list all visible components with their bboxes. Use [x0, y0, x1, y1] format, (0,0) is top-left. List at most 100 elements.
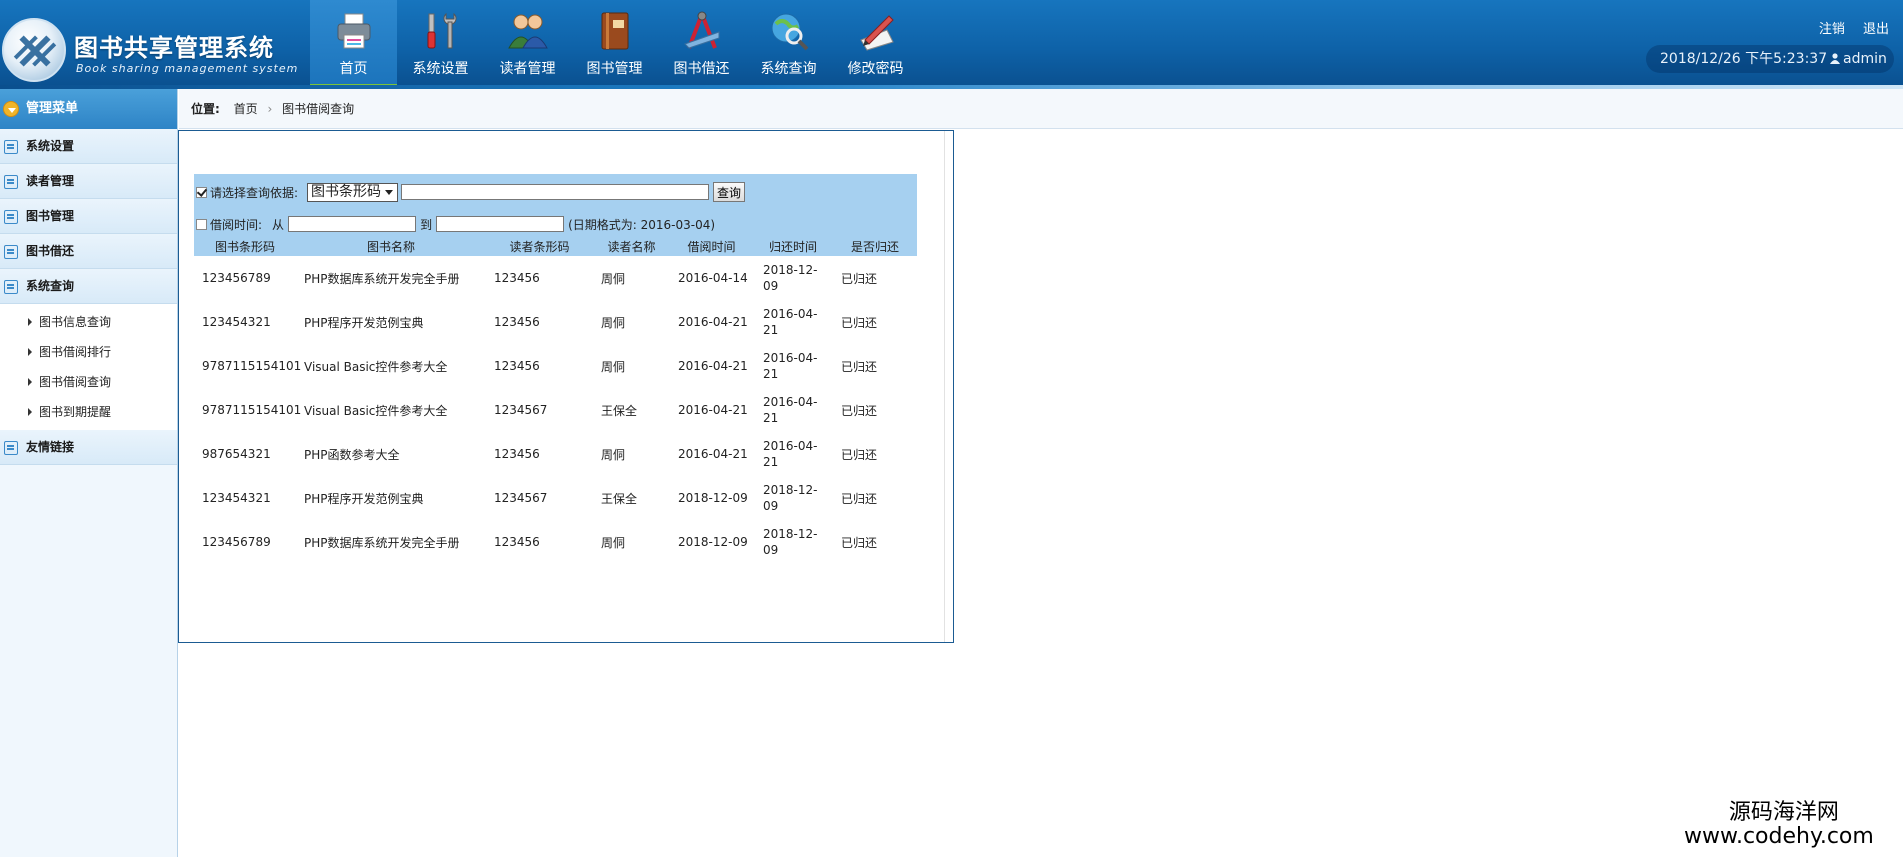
sidebar-group-book-lending[interactable]: 图书借还 [0, 234, 177, 269]
table-cell: 已归还 [841, 315, 878, 330]
nav-home[interactable]: 首页 [310, 0, 397, 89]
table-cell: PHP程序开发范例宝典 [304, 315, 424, 330]
return-date-text: 2016-04-21 [763, 351, 818, 381]
nav-system-settings[interactable]: 系统设置 [397, 0, 484, 89]
pen-icon [860, 15, 894, 51]
logo-globe-icon [2, 18, 66, 82]
sidebar-group-reader-management[interactable]: 读者管理 [0, 164, 177, 199]
table-cell: 123456 [494, 359, 540, 373]
top-header: 图书共享管理系统 Book sharing management system … [0, 0, 1903, 89]
table-cell: 123456 [494, 447, 540, 461]
sidebar-group-friendly-links[interactable]: 友情链接 [0, 430, 177, 465]
criteria-label: 请选择查询依据: [210, 185, 299, 200]
tools-icon [427, 12, 457, 49]
table-cell: Visual Basic控件参考大全 [304, 403, 448, 418]
calendar-icon [4, 441, 18, 455]
table-cell: 王保全 [601, 403, 638, 418]
keyword-input[interactable] [401, 184, 710, 200]
sidebar-item-borrow-ranking[interactable]: 图书借阅排行 [0, 337, 177, 367]
criteria-checkbox[interactable] [196, 186, 207, 198]
nav-book-management[interactable]: 图书管理 [571, 0, 658, 89]
table-cell: 王保全 [601, 491, 638, 506]
col-reader-name: 读者名称 [607, 240, 656, 254]
date-format-hint: (日期格式为: 2016-03-04) [568, 217, 716, 232]
book-icon [601, 12, 629, 50]
table-cell: 9787115154101 [202, 403, 302, 417]
content-frame: 请选择查询依据: 图书条形码 查询 借阅时间: 从 到 (日期格式为: 2016… [178, 130, 954, 643]
table-cell: 2016-04-21 [678, 403, 748, 417]
table-cell: 2018-12-09 [678, 535, 748, 549]
sidebar-sub-list: 图书信息查询 图书借阅排行 图书借阅查询 图书到期提醒 [0, 304, 177, 430]
table-cell: 1234567 [494, 491, 548, 505]
watermark-line1: 源码海洋网 [1728, 800, 1839, 825]
table-cell: 2016-04-21 [678, 315, 748, 329]
table-cell: 2018-12-09 [753, 526, 833, 558]
col-book-barcode: 图书条形码 [214, 240, 275, 254]
breadcrumb: 位置: 首页 › 图书借阅查询 [179, 89, 1903, 129]
table-header: 图书条形码 图书名称 读者条形码 读者名称 借阅时间 归还时间 是否归还 [194, 239, 917, 256]
breadcrumb-home[interactable]: 首页 [234, 102, 258, 116]
nav-system-query-label: 系统查询 [760, 61, 817, 77]
app-subtitle: Book sharing management system [76, 62, 299, 75]
edit-icon [4, 280, 18, 294]
table-cell: PHP数据库系统开发完全手册 [304, 271, 460, 286]
table-cell: 已归还 [841, 271, 878, 286]
nav-book-lending[interactable]: 图书借还 [658, 0, 745, 89]
table-cell: 周侗 [601, 315, 626, 330]
nav-change-password[interactable]: 修改密码 [832, 0, 919, 89]
collapse-icon [3, 101, 19, 117]
return-date-text: 2016-04-21 [763, 395, 818, 425]
table-cell: PHP数据库系统开发完全手册 [304, 535, 460, 550]
app-logo: 图书共享管理系统 Book sharing management system [0, 6, 310, 86]
table-cell: 2018-12-09 [753, 262, 833, 294]
menu-header[interactable]: 管理菜单 [0, 89, 177, 129]
table-row: 9787115154101 Visual Basic控件参考大全 123456 周侗 2… [194, 344, 917, 388]
date-from-input[interactable] [288, 216, 417, 232]
search-panel: 请选择查询依据: 图书条形码 查询 借阅时间: 从 到 (日期格式为: 2016… [194, 174, 917, 239]
criteria-select[interactable]: 图书条形码 [307, 182, 399, 202]
table-cell: 周侗 [601, 535, 626, 550]
table-cell: 2016-04-21 [753, 394, 833, 426]
sidebar-group-system-settings[interactable]: 系统设置 [0, 129, 177, 164]
nav-system-query[interactable]: 系统查询 [745, 0, 832, 89]
exit-link[interactable]: 退出 [1863, 22, 1889, 37]
sidebar-group-system-query[interactable]: 系统查询 [0, 269, 177, 304]
table-body: 123456789 PHP数据库系统开发完全手册 123456 周侗 2016-04-1… [194, 256, 917, 564]
nav-book-lending-label: 图书借还 [673, 61, 730, 77]
date-to-input[interactable] [436, 216, 565, 232]
table-cell: 2016-04-21 [753, 306, 833, 338]
table-cell: 123456789 [202, 535, 271, 549]
table-cell: 周侗 [601, 447, 626, 462]
query-button[interactable]: 查询 [713, 182, 746, 202]
main-nav: 首页 系统设置 读者管理 图书管理 图书借还 系统查询 修改密码 [310, 0, 919, 89]
user-icon [1830, 53, 1840, 64]
sidebar-group-label: 系统设置 [26, 139, 75, 153]
sidebar-group-label: 系统查询 [26, 279, 75, 293]
logout-link[interactable]: 注销 [1819, 22, 1845, 37]
sidebar-item-borrow-query[interactable]: 图书借阅查询 [0, 367, 177, 397]
menu-header-label: 管理菜单 [26, 101, 79, 116]
watermark: 源码海洋网 www.codehy.com [1684, 800, 1874, 849]
nav-reader-management[interactable]: 读者管理 [484, 0, 571, 89]
table-row: 987654321 PHP函数参考大全 123456 周侗 2016-04-21 2016… [194, 432, 917, 476]
table-cell: 123456 [494, 315, 540, 329]
status-box: 2018/12/26 下午5:23:37 admin [1646, 45, 1894, 73]
table-cell: 已归还 [841, 535, 878, 550]
printer-icon [337, 13, 371, 49]
sidebar-item-due-reminder[interactable]: 图书到期提醒 [0, 397, 177, 427]
sidebar-group-book-management[interactable]: 图书管理 [0, 199, 177, 234]
table-cell: 2016-04-21 [753, 438, 833, 470]
breadcrumb-separator-icon: › [267, 102, 273, 116]
sidebar-item-book-info-query[interactable]: 图书信息查询 [0, 307, 177, 337]
to-label: 到 [420, 217, 433, 232]
table-cell: 9787115154101 [202, 359, 302, 373]
table-cell: 2016-04-21 [678, 447, 748, 461]
list-icon [4, 140, 18, 154]
table-cell: 123454321 [202, 315, 271, 329]
date-checkbox[interactable] [196, 218, 207, 230]
table-row: 123454321 PHP程序开发范例宝典 1234567 王保全 2018-12-09… [194, 476, 917, 520]
comment-icon [4, 175, 18, 189]
table-cell: 2018-12-09 [753, 482, 833, 514]
table-cell: 123456 [494, 535, 540, 549]
date-row: 借阅时间: 从 到 (日期格式为: 2016-03-04) [194, 212, 715, 236]
